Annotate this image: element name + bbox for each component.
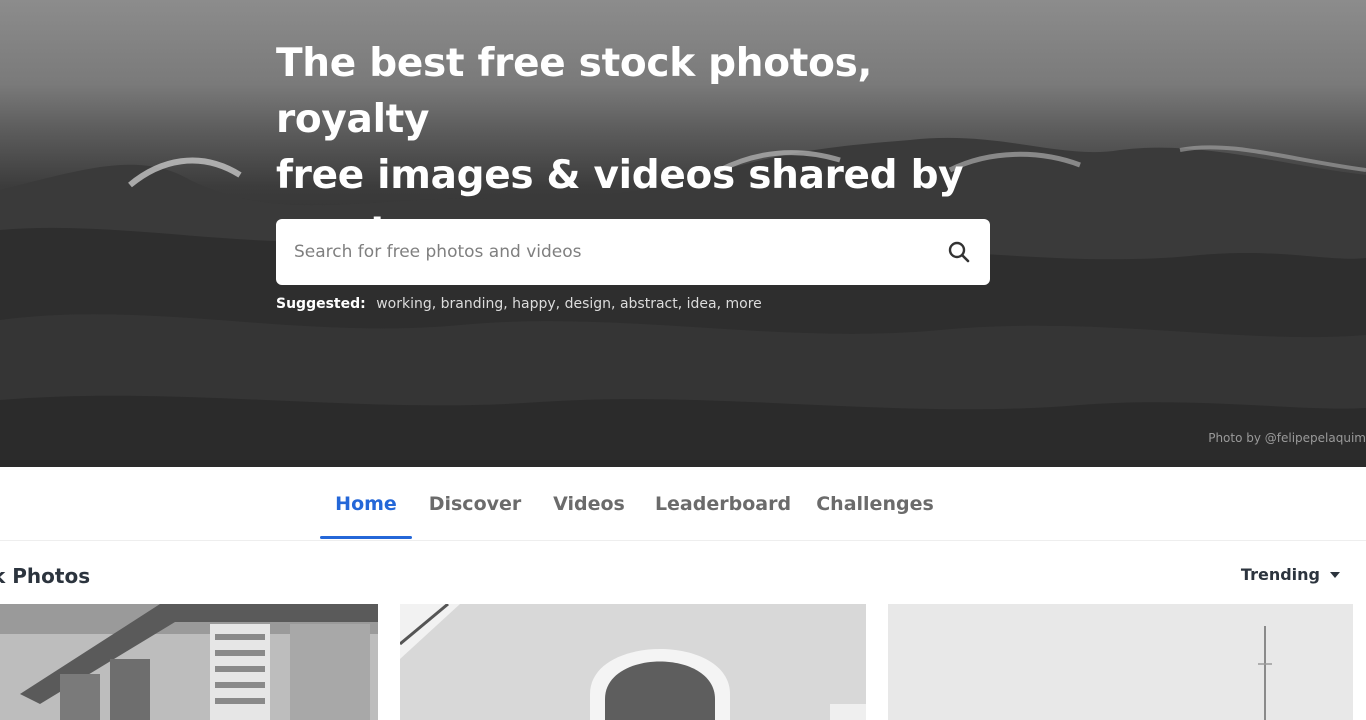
hero-banner: The best free stock photos, royalty free… [0, 0, 1366, 467]
active-tab-indicator [320, 536, 412, 539]
search-bar [276, 219, 990, 285]
search-icon [948, 241, 970, 263]
suggested-label: Suggested: [276, 296, 366, 312]
photo-credit[interactable]: Photo by @felipepelaquim [1208, 431, 1366, 445]
tab-challenges[interactable]: Challenges [812, 467, 938, 541]
section-title: k Photos [0, 564, 91, 588]
main-nav-tabs: Home Discover Videos Leaderboard Challen… [0, 467, 1366, 541]
hero-title-line: free images & videos shared by [276, 153, 964, 198]
tab-discover[interactable]: Discover [424, 467, 526, 541]
suggested-tag[interactable]: happy, [512, 296, 560, 312]
suggested-tags: Suggested: working, branding, happy, des… [276, 296, 762, 312]
suggested-more-link[interactable]: more [726, 296, 762, 312]
building-facade-image [0, 604, 378, 720]
caret-down-icon [1330, 571, 1340, 578]
search-button[interactable] [928, 219, 990, 285]
suggested-tag[interactable]: idea, [687, 296, 721, 312]
suggested-tag[interactable]: working, [376, 296, 436, 312]
pole-sky-image [888, 604, 1353, 720]
hero-title-line: The best free stock photos, royalty [276, 41, 873, 142]
sort-label: Trending [1240, 565, 1320, 584]
tab-videos[interactable]: Videos [546, 467, 632, 541]
search-input[interactable] [276, 219, 928, 285]
sort-dropdown[interactable]: Trending [1241, 565, 1340, 584]
tab-leaderboard[interactable]: Leaderboard [652, 467, 794, 541]
suggested-tag[interactable]: branding, [441, 296, 508, 312]
suggested-tag[interactable]: abstract, [620, 296, 682, 312]
suggested-tag[interactable]: design, [565, 296, 616, 312]
photo-card[interactable] [888, 604, 1353, 720]
white-arch-image [400, 604, 866, 720]
photo-card[interactable] [400, 604, 866, 720]
tab-home[interactable]: Home [320, 467, 412, 541]
photo-card[interactable] [0, 604, 378, 720]
